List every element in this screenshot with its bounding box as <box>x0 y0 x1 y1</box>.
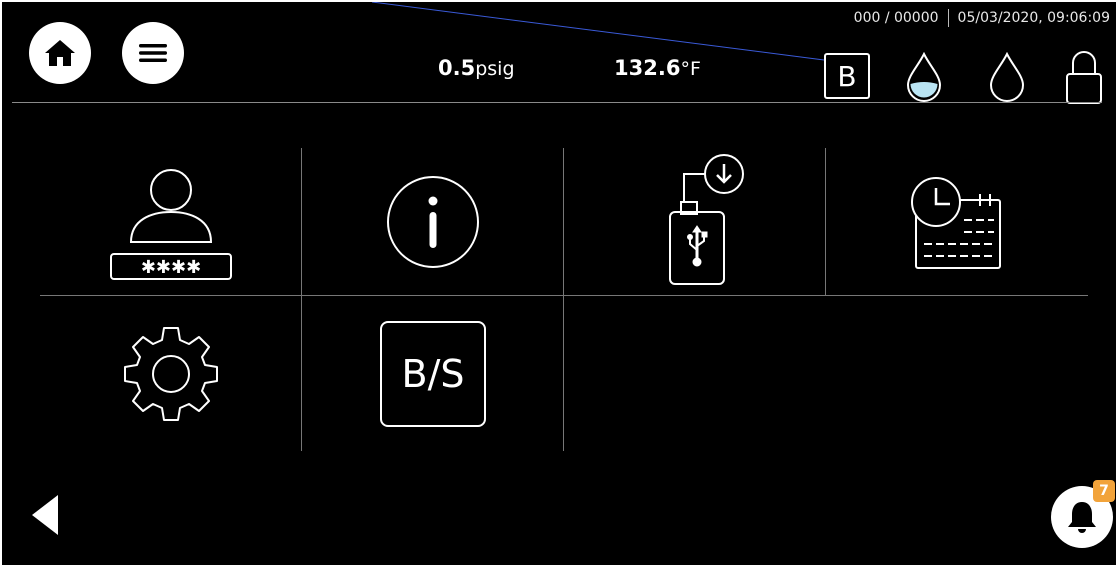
pressure-unit: psig <box>475 58 515 80</box>
svg-text:✱✱✱✱: ✱✱✱✱ <box>141 257 201 278</box>
mode-indicator[interactable]: B <box>824 53 870 99</box>
gear-icon <box>124 327 218 421</box>
home-icon <box>45 40 75 66</box>
pressure-reading: 0.5psig <box>438 56 515 80</box>
menu-button[interactable] <box>122 22 184 84</box>
menu-icon <box>139 44 167 62</box>
info-icon <box>387 176 479 268</box>
user-password-icon: ✱✱✱✱ <box>110 169 232 280</box>
temperature-unit: °F <box>680 58 701 80</box>
bell-icon <box>1068 502 1096 533</box>
pressure-value: 0.5 <box>438 56 476 80</box>
bs-mode-tile[interactable]: B/S <box>302 296 564 452</box>
temperature-reading: 132.6°F <box>614 56 701 80</box>
notification-badge: 7 <box>1093 480 1115 502</box>
bs-mode-icon: B/S <box>380 321 486 427</box>
status-divider <box>947 9 949 27</box>
status-bar: 000 / 00000 05/03/2020, 09:06:09 <box>854 9 1110 27</box>
calendar-clock-icon <box>911 177 1001 269</box>
usb-download-tile[interactable] <box>564 148 826 296</box>
home-button[interactable] <box>29 22 91 84</box>
counter-text: 000 / 00000 <box>853 10 939 26</box>
water-drop-empty-icon[interactable] <box>989 52 1025 102</box>
datetime-text: 05/03/2020, 09:06:09 <box>957 10 1110 26</box>
schedule-tile[interactable] <box>826 148 1088 296</box>
information-tile[interactable] <box>302 148 564 296</box>
temperature-value: 132.6 <box>614 56 681 80</box>
usb-download-icon <box>669 154 744 285</box>
water-drop-filled-icon[interactable] <box>906 52 942 102</box>
user-login-tile[interactable]: ✱✱✱✱ <box>40 148 302 296</box>
header-divider <box>12 102 1102 103</box>
settings-tile[interactable] <box>40 296 302 452</box>
back-arrow-icon[interactable] <box>28 492 62 538</box>
lock-icon[interactable] <box>1064 50 1104 106</box>
screen: 000 / 00000 05/03/2020, 09:06:09 0.5psig… <box>2 2 1116 565</box>
notification-button[interactable]: 7 <box>1051 480 1115 548</box>
